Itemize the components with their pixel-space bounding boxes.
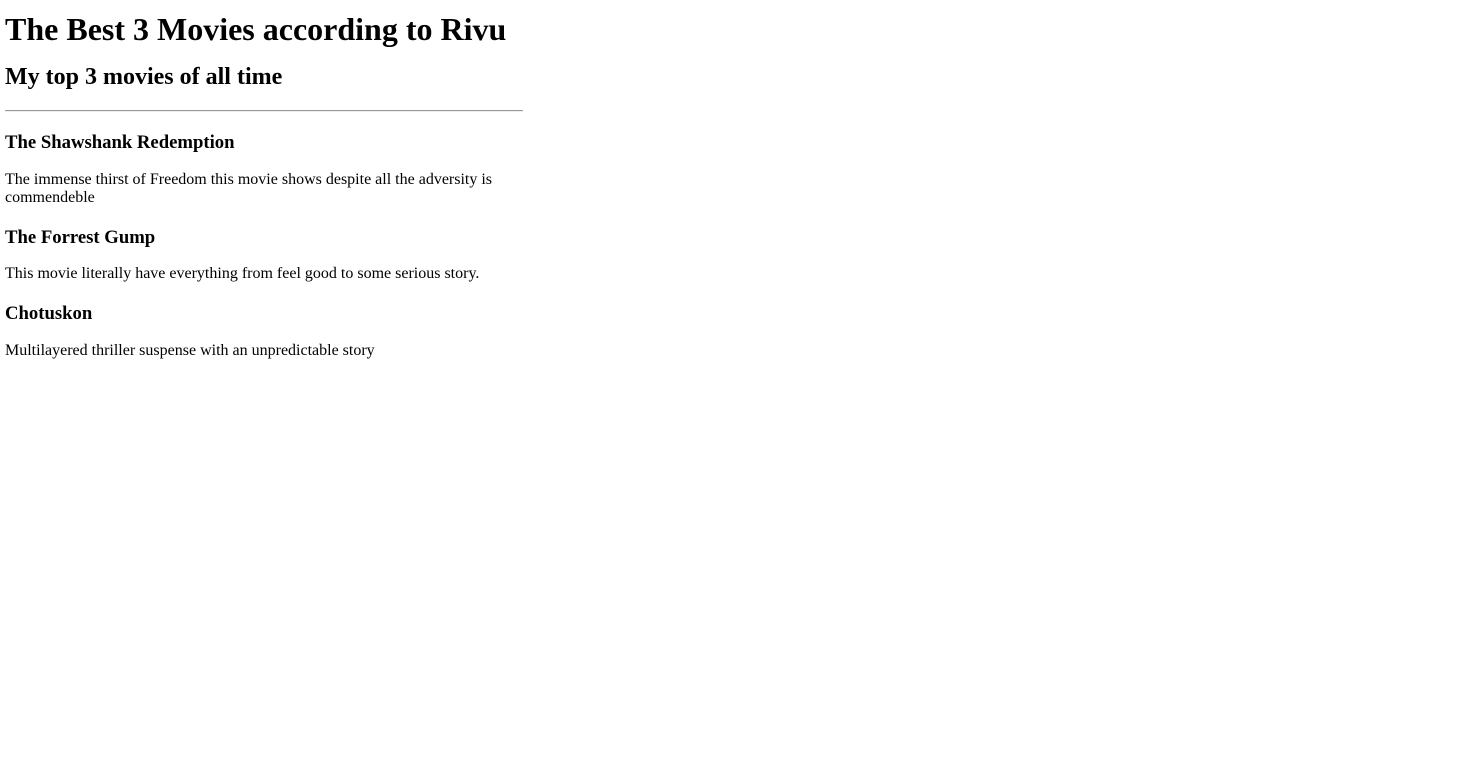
movie-title: The Forrest Gump bbox=[5, 227, 156, 248]
movie-title: Chotuskon bbox=[5, 303, 93, 324]
movie-description: Multilayered thriller suspense with an u… bbox=[5, 342, 375, 359]
page-container: The Best 3 Movies according to Rivu My t… bbox=[0, 0, 1474, 360]
movie-description: This movie literally have everything fro… bbox=[5, 265, 480, 282]
movie-description: The immense thirst of Freedom this movie… bbox=[5, 171, 493, 206]
movie-entry-forrest-gump: The Forrest Gump This movie literally ha… bbox=[5, 207, 523, 283]
page-title: The Best 3 Movies according to Rivu bbox=[5, 11, 507, 47]
movie-title: The Shawshank Redemption bbox=[5, 132, 235, 153]
page-subtitle: My top 3 movies of all time bbox=[5, 64, 283, 90]
movie-entry-chotuskon: Chotuskon Multilayered thriller suspense… bbox=[5, 283, 523, 360]
movie-entry-shawshank: The Shawshank Redemption The immense thi… bbox=[5, 112, 523, 207]
